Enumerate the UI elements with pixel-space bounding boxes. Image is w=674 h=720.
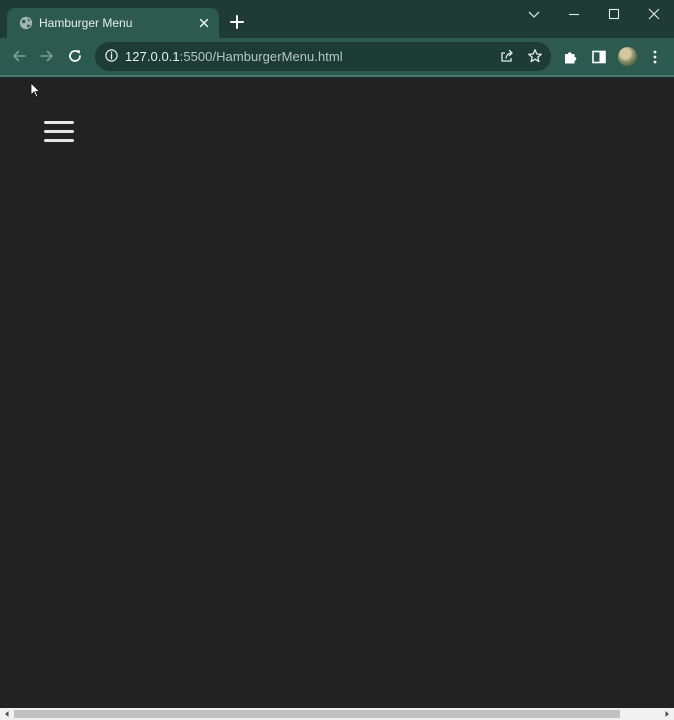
globe-icon <box>19 16 33 30</box>
tab-search-chevron-icon[interactable] <box>526 6 542 22</box>
hamburger-icon[interactable] <box>44 121 74 142</box>
minimize-icon[interactable] <box>566 6 582 22</box>
hamburger-bar-middle <box>44 130 74 133</box>
mouse-cursor-icon <box>30 82 40 98</box>
address-bar[interactable]: 127.0.0.1:5500/HamburgerMenu.html <box>95 42 551 71</box>
scroll-left-arrow-icon[interactable] <box>3 710 11 718</box>
hamburger-bar-top <box>44 121 74 124</box>
new-tab-icon[interactable] <box>229 14 245 30</box>
maximize-icon[interactable] <box>606 6 622 22</box>
hamburger-bar-bottom <box>44 139 74 142</box>
page-viewport <box>0 77 674 708</box>
side-panel-icon[interactable] <box>591 49 607 65</box>
share-icon[interactable] <box>499 48 515 64</box>
tab-strip: Hamburger Menu <box>0 0 674 38</box>
kebab-menu-icon[interactable] <box>647 49 663 65</box>
puzzle-icon[interactable] <box>563 49 579 65</box>
tab-title: Hamburger Menu <box>39 16 133 30</box>
url-text[interactable]: 127.0.0.1:5500/HamburgerMenu.html <box>125 49 343 64</box>
scrollbar-thumb[interactable] <box>14 710 620 718</box>
forward-arrow-icon[interactable] <box>39 48 55 64</box>
url-path: :5500/HamburgerMenu.html <box>179 49 343 64</box>
browser-toolbar: 127.0.0.1:5500/HamburgerMenu.html <box>0 38 674 75</box>
scroll-right-arrow-icon[interactable] <box>663 710 671 718</box>
close-window-icon[interactable] <box>646 6 662 22</box>
site-info-icon[interactable] <box>104 48 119 63</box>
url-host: 127.0.0.1 <box>125 49 180 64</box>
reload-icon[interactable] <box>67 48 83 64</box>
back-arrow-icon[interactable] <box>11 48 27 64</box>
horizontal-scrollbar[interactable] <box>0 708 674 720</box>
tab-hamburger-menu[interactable]: Hamburger Menu <box>7 8 219 38</box>
tab-close-icon[interactable] <box>198 17 210 29</box>
star-icon[interactable] <box>527 48 543 64</box>
profile-avatar[interactable] <box>618 47 637 66</box>
